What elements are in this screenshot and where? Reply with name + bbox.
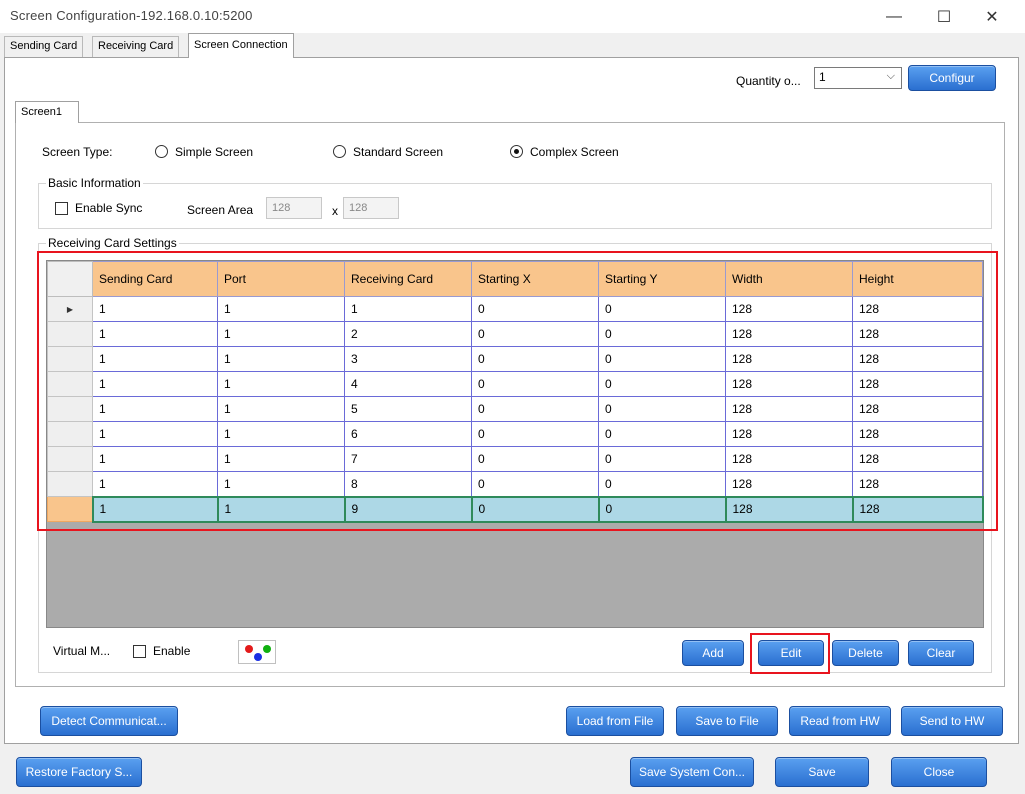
radio-simple-screen[interactable] xyxy=(155,145,168,158)
add-button[interactable]: Add xyxy=(682,640,744,666)
tab-screen1[interactable]: Screen1 xyxy=(15,101,79,123)
virtual-enable-checkbox[interactable] xyxy=(133,645,146,658)
save-to-file-button[interactable]: Save to File xyxy=(676,706,778,736)
tab-receiving-card[interactable]: Receiving Card xyxy=(92,36,180,57)
screen-area-width-input[interactable]: 128 xyxy=(266,197,322,219)
delete-button[interactable]: Delete xyxy=(832,640,899,666)
quantity-value: 1 xyxy=(819,70,826,84)
screen-area-height-input[interactable]: 128 xyxy=(343,197,399,219)
detect-communication-button[interactable]: Detect Communicat... xyxy=(40,706,178,736)
enable-sync-label: Enable Sync xyxy=(75,201,143,215)
main-tabs: Sending Card Receiving Card Screen Conne… xyxy=(0,33,1025,58)
load-from-file-button[interactable]: Load from File xyxy=(566,706,664,736)
virtual-mapping-label: Virtual M... xyxy=(53,644,111,658)
virtual-enable-label: Enable xyxy=(153,644,191,658)
red-dot-icon xyxy=(245,645,253,653)
quantity-select[interactable]: 1 ⌵ xyxy=(814,67,902,89)
read-from-hw-button[interactable]: Read from HW xyxy=(789,706,891,736)
close-button[interactable]: Close xyxy=(891,757,987,787)
close-icon[interactable]: ✕ xyxy=(972,0,1012,33)
clear-button[interactable]: Clear xyxy=(908,640,974,666)
complex-screen-label: Complex Screen xyxy=(530,145,619,159)
green-dot-icon xyxy=(263,645,271,653)
save-button[interactable]: Save xyxy=(775,757,869,787)
restore-factory-settings-button[interactable]: Restore Factory S... xyxy=(16,757,142,787)
enable-sync-checkbox[interactable] xyxy=(55,202,68,215)
configure-button[interactable]: Configur xyxy=(908,65,996,91)
edit-highlight-box xyxy=(750,633,830,674)
save-system-config-button[interactable]: Save System Con... xyxy=(630,757,754,787)
radio-complex-screen[interactable] xyxy=(510,145,523,158)
standard-screen-label: Standard Screen xyxy=(353,145,444,159)
screen-type-label: Screen Type: xyxy=(42,145,113,159)
simple-screen-label: Simple Screen xyxy=(175,145,254,159)
blue-dot-icon xyxy=(254,653,262,661)
send-to-hw-button[interactable]: Send to HW xyxy=(901,706,1003,736)
maximize-icon[interactable]: ☐ xyxy=(924,0,964,33)
virtual-pixel-icon[interactable] xyxy=(238,640,276,664)
window-title: Screen Configuration-192.168.0.10:5200 xyxy=(10,8,253,23)
screen-area-x-label: x xyxy=(332,204,338,218)
table-highlight-box xyxy=(37,251,998,531)
screen-area-label: Screen Area xyxy=(187,203,254,217)
tab-screen-connection[interactable]: Screen Connection xyxy=(188,33,294,58)
basic-information-title: Basic Information xyxy=(46,176,143,190)
quantity-label: Quantity o... xyxy=(736,74,801,88)
chevron-down-icon: ⌵ xyxy=(886,70,895,82)
radio-standard-screen[interactable] xyxy=(333,145,346,158)
tab-sending-card[interactable]: Sending Card xyxy=(4,36,84,57)
title-bar: Screen Configuration-192.168.0.10:5200 —… xyxy=(0,0,1025,33)
minimize-icon[interactable]: — xyxy=(874,0,914,33)
basic-information-group xyxy=(38,183,992,229)
receiving-card-settings-title: Receiving Card Settings xyxy=(46,236,179,250)
